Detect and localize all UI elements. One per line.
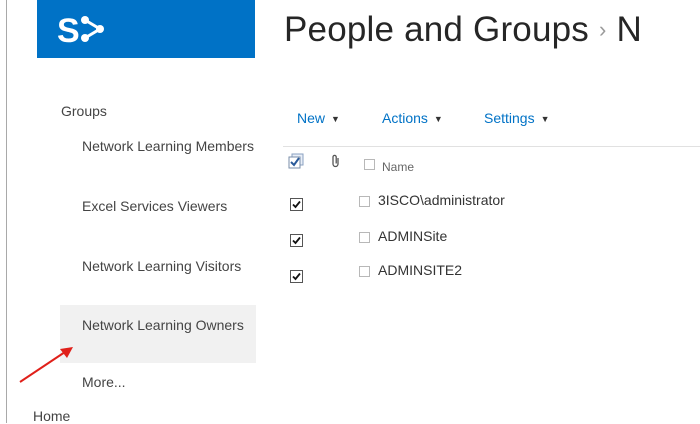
row-select-checkbox[interactable] <box>290 198 303 211</box>
breadcrumb-separator: › <box>599 17 607 42</box>
row-name[interactable]: ADMINSite <box>378 228 447 244</box>
row-item-checkbox[interactable] <box>359 196 370 207</box>
row-item-checkbox[interactable] <box>359 232 370 243</box>
column-header-name[interactable]: Name <box>382 160 414 174</box>
settings-menu-button[interactable]: Settings ▼ <box>484 110 550 126</box>
sidebar-item-network-learning-owners[interactable]: Network Learning Owners <box>60 305 256 363</box>
row-name[interactable]: 3ISCO\administrator <box>378 192 505 208</box>
paperclip-icon <box>332 154 339 168</box>
actions-menu-label: Actions <box>382 110 428 126</box>
check-icon <box>292 200 301 209</box>
actions-menu-button[interactable]: Actions ▼ <box>382 110 443 126</box>
check-icon <box>292 272 301 281</box>
check-icon <box>292 236 301 245</box>
settings-menu-label: Settings <box>484 110 535 126</box>
row-select-checkbox[interactable] <box>290 234 303 247</box>
page-title: People and Groups › N <box>284 10 642 50</box>
page-title-text: People and Groups <box>284 10 590 49</box>
chevron-down-icon: ▼ <box>331 114 340 124</box>
select-all-checkbox-icon[interactable] <box>288 153 304 169</box>
name-header-checkbox[interactable] <box>364 159 375 170</box>
breadcrumb-next[interactable]: N <box>617 10 642 49</box>
sidebar-item-more[interactable]: More... <box>60 372 256 394</box>
row-name[interactable]: ADMINSITE2 <box>378 262 462 278</box>
sidebar-item-network-learning-visitors[interactable]: Network Learning Visitors <box>60 256 256 300</box>
chevron-down-icon: ▼ <box>540 114 550 124</box>
new-menu-button[interactable]: New ▼ <box>297 110 340 126</box>
toolbar-divider <box>283 146 700 147</box>
sidebar-item-network-learning-members[interactable]: Network Learning Members <box>60 136 256 180</box>
row-item-checkbox[interactable] <box>359 266 370 277</box>
sidebar-item-home[interactable]: Home <box>33 408 70 424</box>
svg-text:S: S <box>57 12 80 50</box>
sidebar-item-excel-services-viewers[interactable]: Excel Services Viewers <box>60 196 256 240</box>
sharepoint-logo-icon: S <box>57 12 104 50</box>
red-arrow-icon <box>19 347 73 383</box>
chevron-down-icon: ▼ <box>433 114 443 124</box>
sharepoint-logo[interactable]: S <box>37 0 255 58</box>
row-select-checkbox[interactable] <box>290 270 303 283</box>
sidebar-heading-groups[interactable]: Groups <box>61 103 107 119</box>
new-menu-label: New <box>297 110 326 126</box>
